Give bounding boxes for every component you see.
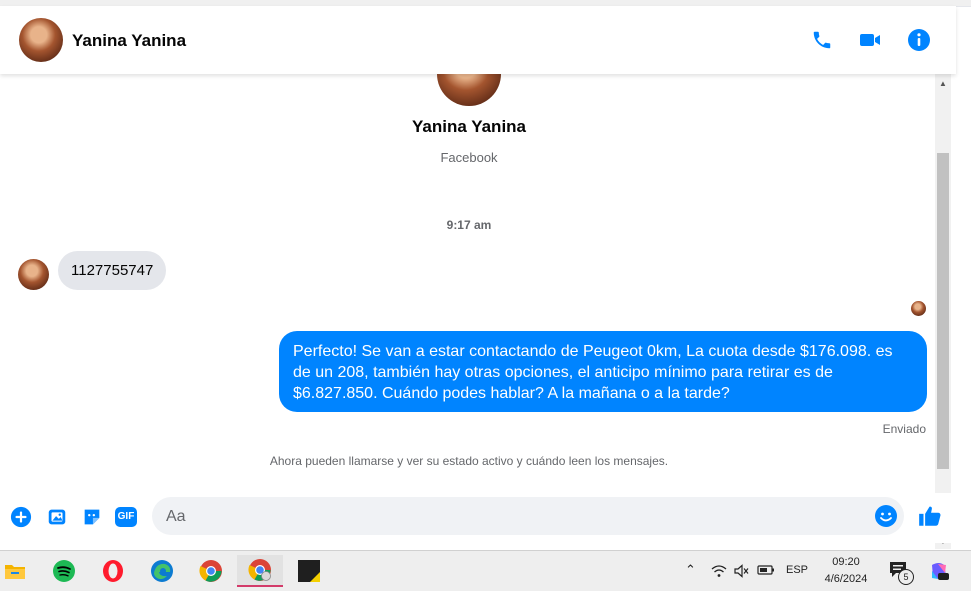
battery-icon[interactable] [757, 564, 775, 579]
chevron-up-icon[interactable]: ⌃ [685, 562, 696, 578]
photo-attach-icon[interactable] [45, 505, 69, 529]
opera-icon[interactable] [90, 555, 136, 587]
file-explorer-icon[interactable] [0, 555, 38, 587]
conversation-info-text: Ahora pueden llamarse y ver su estado ac… [269, 454, 669, 468]
message-timestamp: 9:17 am [446, 218, 492, 232]
chrome-icon[interactable] [188, 555, 234, 587]
app-tile-icon[interactable] [286, 555, 332, 587]
contact-avatar[interactable] [19, 18, 63, 62]
windows-taskbar: ⌃ ESP 09:20 4/6/2024 5 [0, 550, 971, 591]
chat-header: Yanina Yanina [0, 6, 956, 74]
chrome-profile-icon[interactable] [237, 555, 283, 587]
gif-label: GIF [115, 507, 137, 527]
sent-status: Enviado [882, 422, 926, 436]
message-input[interactable] [164, 497, 858, 537]
clock-date: 4/6/2024 [824, 573, 868, 585]
profile-name: Yanina Yanina [411, 117, 527, 136]
scroll-up-arrow[interactable]: ▲ [938, 79, 948, 88]
edge-icon[interactable] [139, 555, 185, 587]
add-plus-icon[interactable] [9, 505, 33, 529]
scrollbar-thumb[interactable] [937, 153, 949, 469]
volume-muted-icon[interactable] [733, 563, 749, 582]
spotify-icon[interactable] [41, 555, 87, 587]
notification-count-badge: 5 [898, 569, 914, 585]
language-indicator[interactable]: ESP [786, 564, 808, 576]
seen-indicator-avatar [911, 301, 926, 316]
outgoing-message-bubble[interactable]: Perfecto! Se van a estar contactando de … [279, 331, 927, 412]
emoji-icon[interactable] [874, 504, 898, 528]
contact-name[interactable]: Yanina Yanina [72, 31, 186, 51]
message-composer: GIF [0, 493, 956, 543]
copilot-icon[interactable] [928, 561, 950, 583]
taskbar-clock[interactable]: 09:20 4/6/2024 [818, 554, 874, 588]
profile-subtitle: Facebook [440, 150, 498, 165]
wifi-icon[interactable] [711, 564, 727, 581]
phone-icon[interactable] [809, 27, 835, 53]
sticker-icon[interactable] [80, 505, 104, 529]
like-thumb-icon[interactable] [917, 503, 943, 529]
message-input-container[interactable] [152, 497, 904, 537]
incoming-sender-avatar[interactable] [18, 259, 49, 290]
video-call-icon[interactable] [857, 27, 883, 53]
notification-center-icon[interactable]: 5 [888, 561, 914, 585]
info-icon[interactable] [906, 27, 932, 53]
gif-icon[interactable]: GIF [114, 505, 138, 529]
incoming-message-bubble[interactable]: 1127755747 [58, 251, 167, 290]
clock-time: 09:20 [832, 556, 860, 568]
